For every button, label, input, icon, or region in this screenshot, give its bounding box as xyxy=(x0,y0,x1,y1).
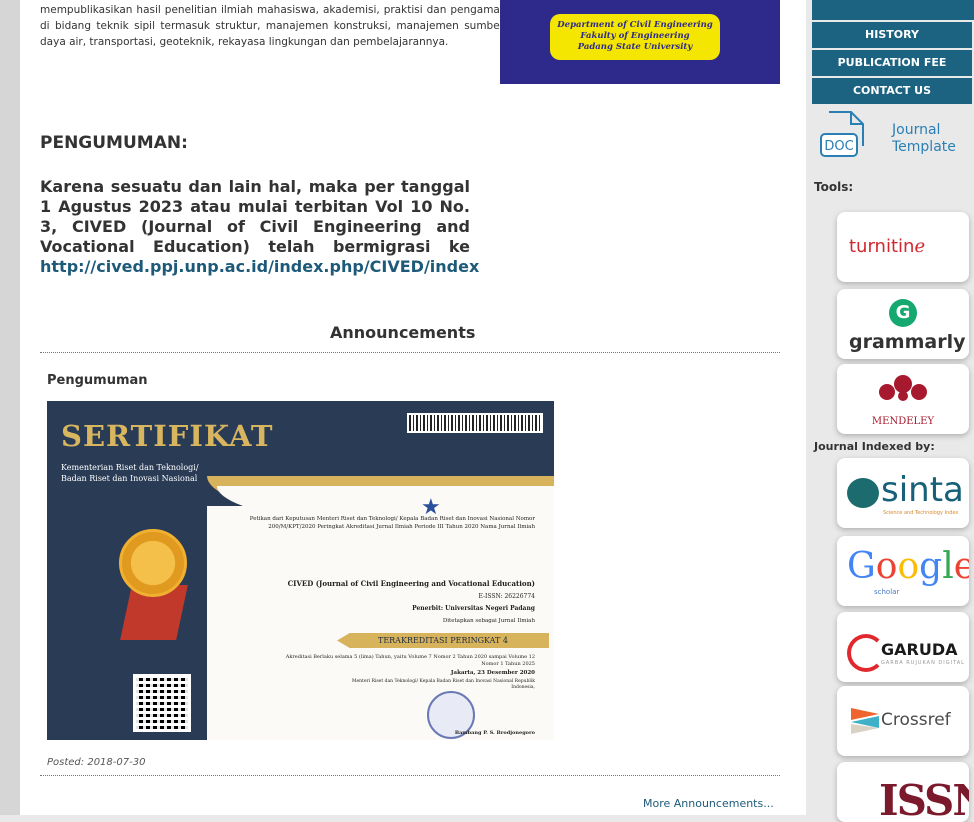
garuda-link[interactable]: GARUDA GARBA RUJUKAN DIGITAL xyxy=(837,612,969,682)
garuda-icon xyxy=(847,634,885,672)
left-rail xyxy=(0,0,20,815)
journal-template-line-2: Template xyxy=(892,139,956,155)
cert-decree: Petikan dari Keputusan Menteri Riset dan… xyxy=(249,516,535,530)
announcement-title[interactable]: Pengumuman xyxy=(47,373,148,388)
grammarly-wordmark: grammarly xyxy=(849,331,966,353)
mendeley-link[interactable]: MENDELEY xyxy=(837,364,969,434)
divider xyxy=(40,775,780,776)
cert-akreditasi: Akreditasi Berlaku selama 5 (lima) Tahun… xyxy=(285,654,535,667)
mendeley-icon xyxy=(879,375,927,401)
migration-link[interactable]: http://cived.ppj.unp.ac.id/index.php/CIV… xyxy=(40,257,479,276)
indexed-label: Journal Indexed by: xyxy=(814,440,935,453)
cert-title: SERTIFIKAT xyxy=(61,419,274,453)
nav-contact-us[interactable]: CONTACT US xyxy=(812,78,972,104)
sinta-subtitle: Science and Technology Index xyxy=(883,510,959,516)
notice-text: Karena sesuatu dan lain hal, maka per ta… xyxy=(40,177,470,256)
banner-line-1: Department of Civil Engineering xyxy=(557,20,713,30)
cert-issn: E-ISSN: 26226774 xyxy=(478,593,535,600)
issn-wordmark: ISSN xyxy=(879,776,969,822)
turnitin-swirl-icon: ℯ xyxy=(914,236,926,257)
cert-subtitle: Kementerian Riset dan Teknologi/ Badan R… xyxy=(61,462,199,484)
garuda-wordmark: GARUDA xyxy=(881,640,958,659)
certificate-image: SERTIFIKAT Kementerian Riset dan Teknolo… xyxy=(47,401,554,740)
cert-signer-name: Bambang P. S. Brodjonegoro xyxy=(454,730,535,736)
journal-template-link[interactable]: Journal Template xyxy=(892,122,956,156)
migration-notice: Karena sesuatu dan lain hal, maka per ta… xyxy=(40,177,479,277)
posted-date: Posted: 2018-07-30 xyxy=(47,757,146,768)
medal-icon xyxy=(119,529,187,597)
main-content: mempublikasikan hasil penelitian ilmiah … xyxy=(20,0,806,815)
garuda-subtitle: GARBA RUJUKAN DIGITAL xyxy=(881,660,965,666)
nav-publication-fee[interactable]: PUBLICATION FEE xyxy=(812,50,972,76)
divider xyxy=(40,352,780,353)
sinta-link[interactable]: sinta Science and Technology Index xyxy=(837,458,969,528)
google-scholar-link[interactable]: Google scholar xyxy=(837,536,969,606)
cert-date: Jakarta, 23 Desember 2020 xyxy=(450,670,535,676)
nav-history[interactable]: HISTORY xyxy=(812,22,972,48)
pengumuman-heading: PENGUMUMAN: xyxy=(40,133,188,153)
department-banner: Department of Civil Engineering Fakulty … xyxy=(500,0,780,84)
cert-subtitle-2: Badan Riset dan Inovasi Nasional xyxy=(61,474,198,483)
more-announcements-link[interactable]: More Announcements... xyxy=(643,797,774,810)
sinta-globe-icon xyxy=(847,478,879,508)
cert-barcode xyxy=(407,413,543,433)
announcements-heading: Announcements xyxy=(330,323,476,342)
banner-label: Department of Civil Engineering Fakulty … xyxy=(550,14,720,60)
cert-rank-banner: TERAKREDITASI PERINGKAT 4 xyxy=(337,633,549,648)
google-wordmark: Google xyxy=(847,546,969,587)
doc-file-icon[interactable]: DOC xyxy=(817,108,873,164)
turnitin-wordmark: turnitin xyxy=(849,236,915,257)
turnitin-link[interactable]: turnitinℯ xyxy=(837,212,969,282)
grammarly-link[interactable]: G grammarly xyxy=(837,289,969,359)
qr-code-icon xyxy=(133,674,191,732)
turnitin-logo: turnitinℯ xyxy=(849,236,925,257)
banner-line-3: Padang State University xyxy=(577,42,693,52)
issn-link[interactable]: ISSN xyxy=(837,762,969,822)
doc-label: DOC xyxy=(824,139,853,154)
cert-publisher: Penerbit: Universitas Negeri Padang xyxy=(412,605,535,612)
banner-line-2: Fakulty of Engineering xyxy=(580,31,690,41)
scholar-subtitle: scholar xyxy=(874,588,900,596)
cert-subtitle-1: Kementerian Riset dan Teknologi/ xyxy=(61,463,199,472)
crossref-wordmark: Crossref xyxy=(881,710,951,730)
mendeley-wordmark: MENDELEY xyxy=(871,416,935,427)
journal-template-line-1: Journal xyxy=(892,122,941,138)
crossref-link[interactable]: Crossref xyxy=(837,686,969,756)
cert-ditetapkan: Ditetapkan sebagai Jurnal Ilmiah xyxy=(442,618,535,624)
sidebar: HISTORY PUBLICATION FEE CONTACT US DOC J… xyxy=(812,0,974,822)
crossref-icon xyxy=(851,708,879,734)
grammarly-icon: G xyxy=(889,299,917,327)
tools-label: Tools: xyxy=(814,180,854,194)
sinta-wordmark: sinta xyxy=(881,470,964,510)
cert-journal: CIVED (Journal of Civil Engineering and … xyxy=(287,579,535,588)
cert-signatory: Menteri Riset dan Teknologi/ Kepala Bada… xyxy=(351,679,535,690)
intro-text: mempublikasikan hasil penelitian ilmiah … xyxy=(40,4,504,48)
